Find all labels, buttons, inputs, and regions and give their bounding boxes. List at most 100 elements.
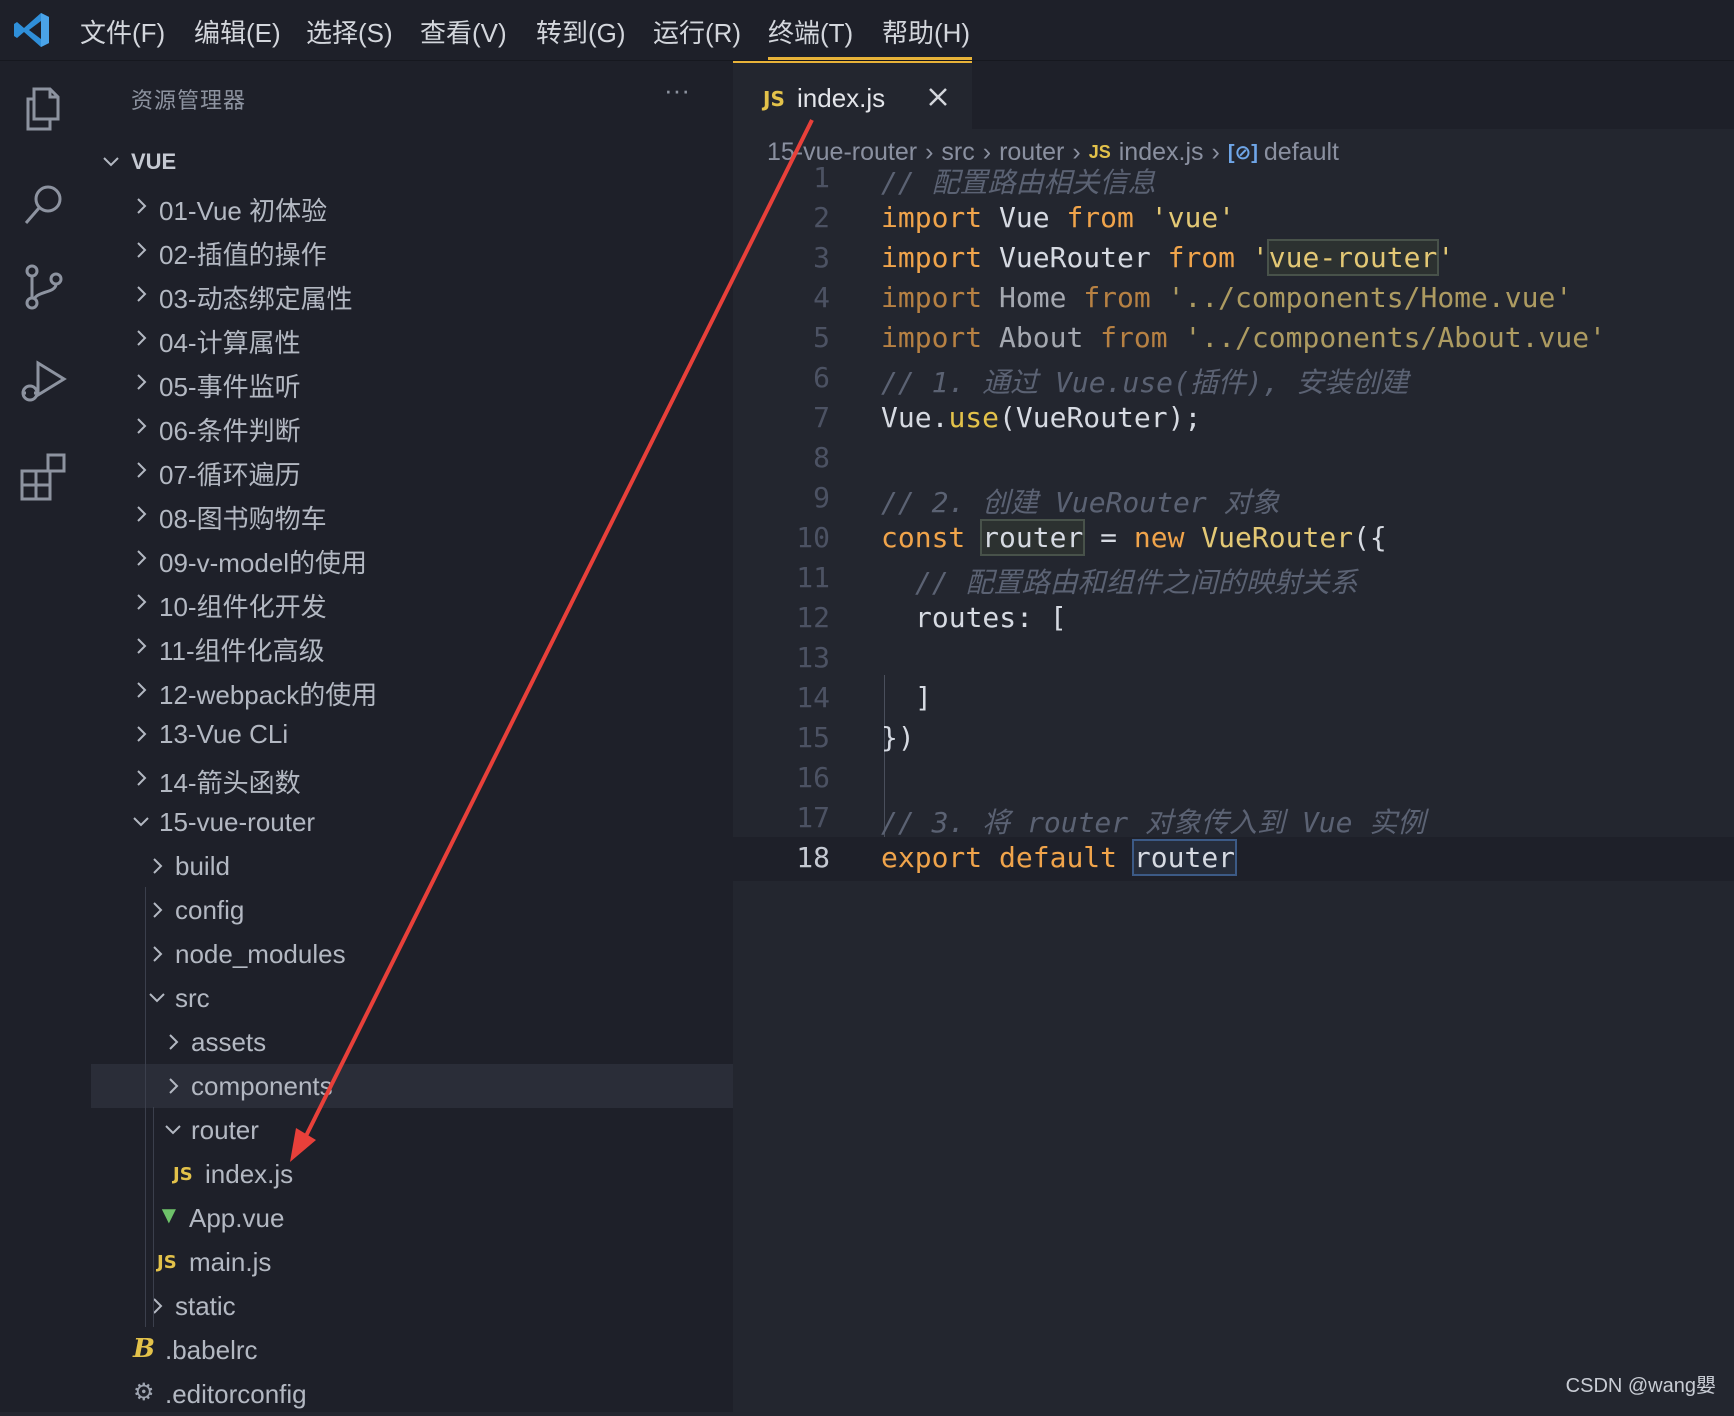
line-number: 5 [733,321,830,354]
identifier: VueRouter [982,241,1167,274]
tree-item-folder-06[interactable]: 06-条件判断 [91,404,733,448]
tree-item-folder-07[interactable]: 07-循环遍历 [91,448,733,492]
tree-item-folder-10[interactable]: 10-组件化开发 [91,580,733,624]
code-line: 7Vue.use(VueRouter); [733,397,1734,441]
identifier: Vue [881,401,932,434]
tree-item-folder-14[interactable]: 14-箭头函数 [91,756,733,800]
activity-bar [0,61,91,1412]
tree-item-folder-node-modules[interactable]: node_modules [91,932,733,976]
menu-help[interactable]: 帮助(H) [882,13,970,50]
tree-item-folder-04[interactable]: 04-计算属性 [91,316,733,360]
tree-item-folder-03[interactable]: 03-动态绑定属性 [91,272,733,316]
tree-item-folder-01[interactable]: 01-Vue 初体验 [91,184,733,228]
code-line: 13 [733,637,1734,681]
chevron-down-icon [131,812,151,832]
chevron-right-icon [131,460,151,480]
keyword: const [881,521,965,554]
tree-item-folder-02[interactable]: 02-插值的操作 [91,228,733,272]
chevron-right-icon [131,196,151,216]
punctuation: ] [915,681,932,714]
menu-selection[interactable]: 选择(S) [306,13,393,50]
tree-item-folder-router[interactable]: router [91,1108,733,1152]
identifier: About [982,321,1100,354]
punctuation: }) [881,721,915,754]
watermark: CSDN @wang嬰 [1566,1369,1716,1398]
vscode-logo-icon[interactable] [12,10,52,50]
keyword: import [881,321,982,354]
tree-item-label: 02-插值的操作 [159,235,327,272]
chevron-right-icon [131,768,151,788]
explorer-icon[interactable] [18,83,70,135]
whitespace [982,841,999,874]
identifier-highlight: router [982,521,1083,554]
explorer-title: 资源管理器 [131,83,246,115]
comment: // 3. 将 router 对象传入到 Vue 实例 [881,806,1425,839]
identifier: Home [982,281,1083,314]
tree-item-label: 14-箭头函数 [159,763,301,800]
menu-go[interactable]: 转到(G) [536,13,626,50]
line-number: 7 [733,401,830,434]
tree-item-file-app-vue[interactable]: ▼App.vue [91,1196,733,1240]
property: routes: [ [915,601,1067,634]
workspace-root-label: VUE [131,149,176,175]
tree-item-label: 10-组件化开发 [159,587,327,624]
babel-file-icon: B [133,1334,155,1364]
line-number: 14 [733,681,830,714]
comment: // 配置路由和组件之间的映射关系 [915,566,1358,599]
tree-item-folder-09[interactable]: 09-v-model的使用 [91,536,733,580]
tree-indent-guide [153,1107,154,1327]
source-control-icon[interactable] [18,261,70,313]
menu-terminal[interactable]: 终端(T) [768,13,853,50]
tree-item-file-main-js[interactable]: JSmain.js [91,1240,733,1284]
tree-item-folder-11[interactable]: 11-组件化高级 [91,624,733,668]
chevron-right-icon [131,240,151,260]
line-number: 6 [733,361,830,394]
workspace-root[interactable]: VUE [91,140,733,184]
tab-bar: JS index.js [733,61,1734,129]
tree-item-folder-05[interactable]: 05-事件监听 [91,360,733,404]
tree-item-folder-assets[interactable]: assets [91,1020,733,1064]
menu-edit[interactable]: 编辑(E) [194,13,281,50]
tree-item-file-babelrc[interactable]: B.babelrc [91,1328,733,1372]
keyword: from [1100,321,1167,354]
tree-item-label: 01-Vue 初体验 [159,191,327,228]
string: ' [1437,241,1454,274]
menu-view[interactable]: 查看(V) [420,13,507,50]
tree-item-folder-13[interactable]: 13-Vue CLi [91,712,733,756]
gear-icon: ⚙ [133,1378,155,1407]
search-icon[interactable] [18,179,70,231]
tree-item-folder-components[interactable]: components [91,1064,733,1108]
close-icon[interactable] [926,85,950,109]
tree-item-folder-src[interactable]: src [91,976,733,1020]
chevron-right-icon [131,372,151,392]
code-line: 17// 3. 将 router 对象传入到 Vue 实例 [733,797,1734,841]
tree-item-folder-12[interactable]: 12-webpack的使用 [91,668,733,712]
tab-label: index.js [797,83,885,114]
tab-index-js[interactable]: JS index.js [733,61,972,129]
tree-item-folder-build[interactable]: build [91,844,733,888]
menu-active-underline [768,57,972,60]
tree-item-folder-config[interactable]: config [91,888,733,932]
tree-item-file-editorconfig[interactable]: ⚙.editorconfig [91,1372,733,1416]
tree-item-label: 12-webpack的使用 [159,675,377,712]
chevron-right-icon [131,724,151,744]
identifier-highlight: router [1134,841,1235,874]
more-actions-icon[interactable]: ··· [664,75,690,106]
tree-item-label: index.js [205,1159,293,1190]
run-debug-icon[interactable] [18,357,70,409]
chevron-right-icon [131,636,151,656]
menu-run[interactable]: 运行(R) [653,13,741,50]
tree-item-folder-15-vue-router[interactable]: 15-vue-router [91,800,733,844]
vue-file-icon: ▼ [157,1202,181,1230]
js-file-icon: JS [173,1164,193,1185]
comment: // 配置路由相关信息 [881,166,1156,199]
extensions-icon[interactable] [18,451,70,503]
code-line: 5import About from '../components/About.… [733,317,1734,361]
tree-item-folder-08[interactable]: 08-图书购物车 [91,492,733,536]
line-number: 1 [733,161,830,194]
tree-item-folder-static[interactable]: static [91,1284,733,1328]
code-line: 9// 2. 创建 VueRouter 对象 [733,477,1734,521]
tree-item-file-index-js[interactable]: JS index.js [91,1152,733,1196]
tree-item-label: 03-动态绑定属性 [159,279,353,316]
menu-file[interactable]: 文件(F) [80,13,165,50]
